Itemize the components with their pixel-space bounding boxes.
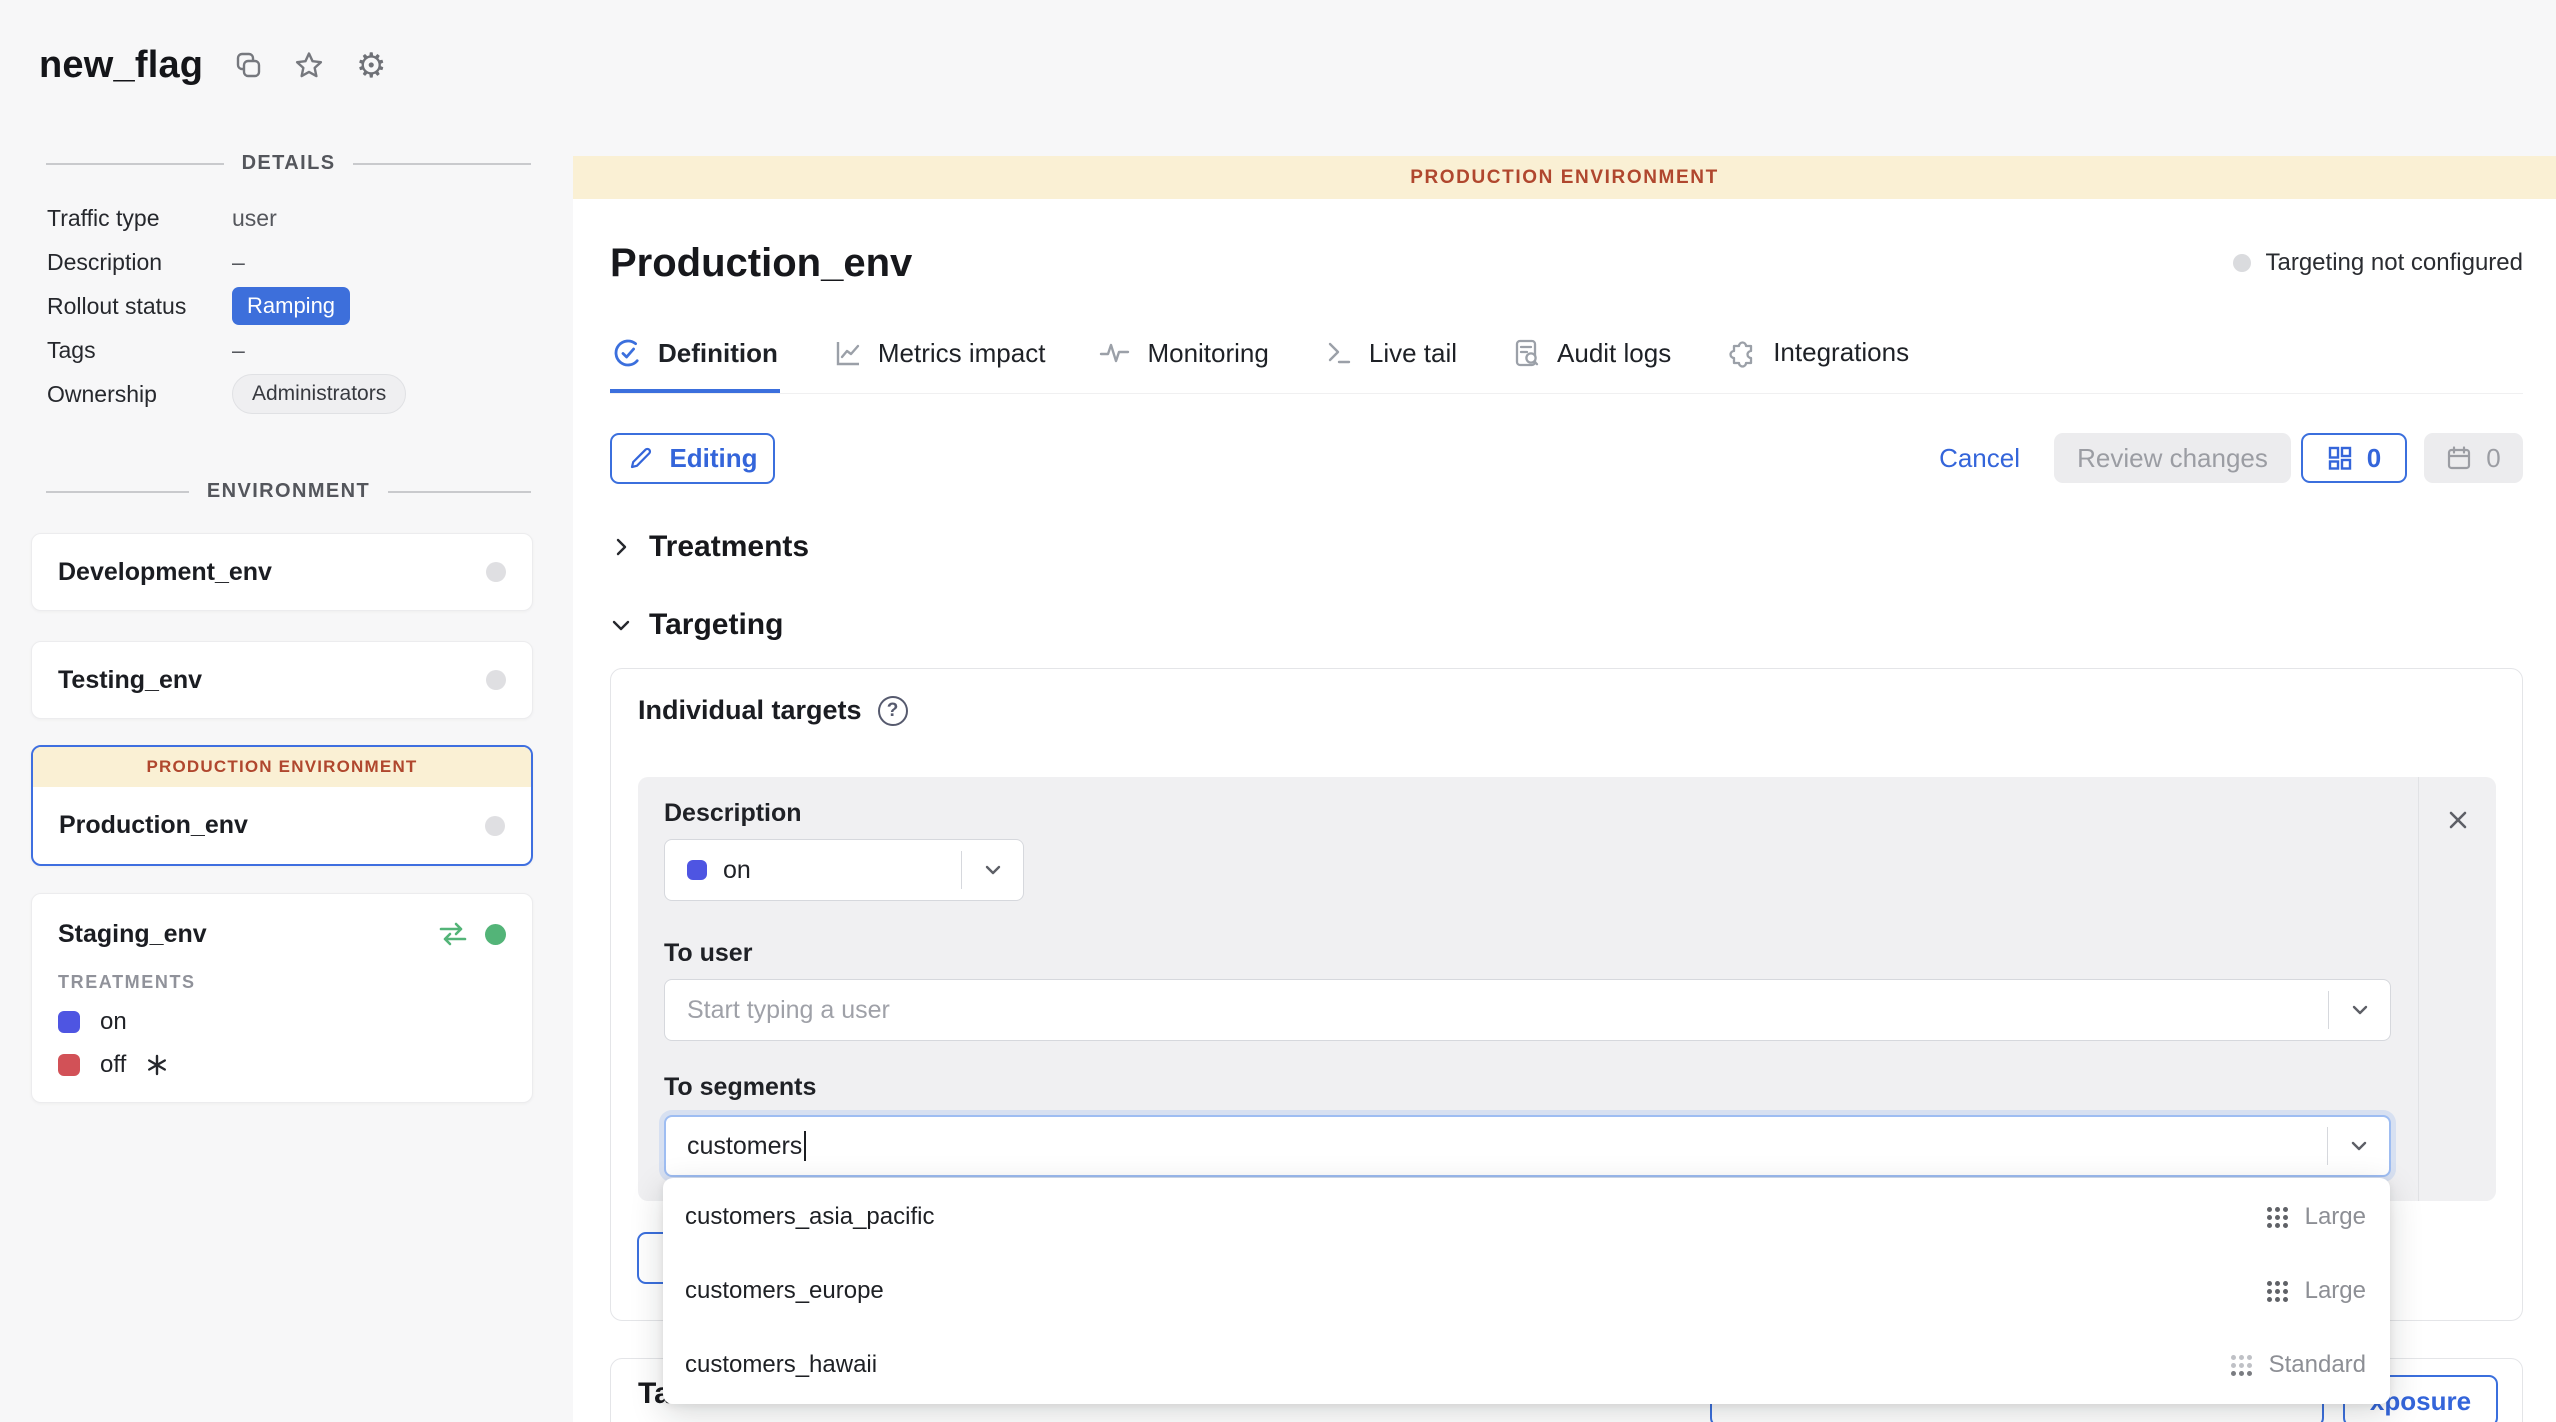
treatment-row-off: off (58, 1051, 506, 1079)
tab-metrics-impact[interactable]: Metrics impact (830, 331, 1048, 393)
detail-value: – (232, 249, 245, 276)
treatments-section-toggle[interactable]: Treatments (610, 530, 2523, 564)
details-heading: DETAILS (46, 152, 531, 175)
tab-bar: Definition Metrics impact Monitoring Liv… (610, 329, 2523, 394)
tab-integrations[interactable]: Integrations (1723, 329, 1911, 393)
to-segments-label: To segments (664, 1073, 816, 1102)
chevron-down-icon[interactable] (2329, 997, 2390, 1023)
env-name: Development_env (58, 558, 272, 587)
detail-row-description: Description – (47, 240, 531, 284)
detail-value: – (232, 337, 245, 364)
chevron-down-icon (610, 614, 632, 636)
standard-segment-icon (2231, 1355, 2252, 1376)
details-rows: Traffic type user Description – Rollout … (47, 196, 531, 416)
cancel-link[interactable]: Cancel (1939, 443, 2020, 474)
segment-option-europe[interactable]: customers_europe Large (663, 1254, 2390, 1328)
chevron-right-icon (610, 536, 632, 558)
detail-label: Description (47, 249, 232, 276)
tab-monitoring[interactable]: Monitoring (1097, 331, 1270, 393)
integrations-puzzle-icon (1725, 335, 1759, 369)
live-tail-icon (1323, 337, 1355, 369)
tab-live-tail[interactable]: Live tail (1321, 331, 1459, 393)
detail-row-ownership: Ownership Administrators (47, 372, 531, 416)
env-header: Production_env Targeting not configured (610, 237, 2523, 289)
detail-label: Ownership (47, 381, 232, 408)
detail-row-traffic-type: Traffic type user (47, 196, 531, 240)
treatment-select[interactable]: on (664, 839, 1024, 901)
large-segment-icon (2267, 1281, 2288, 1302)
treatment-on-swatch (687, 860, 707, 880)
env-card-testing[interactable]: Testing_env (31, 641, 533, 719)
to-user-combobox (664, 979, 2391, 1041)
editing-button[interactable]: Editing (610, 433, 775, 484)
default-treatment-asterisk-icon (146, 1054, 168, 1076)
production-env-banner: PRODUCTION ENVIRONMENT (33, 747, 531, 787)
targeting-status: Targeting not configured (2233, 249, 2523, 277)
env-name: Testing_env (58, 666, 202, 695)
detail-row-tags: Tags – (47, 328, 531, 372)
edit-toolbar: Editing Cancel Review changes 0 0 (610, 432, 2523, 484)
individual-targets-title: Individual targets (638, 695, 862, 726)
env-card-staging[interactable]: Staging_env TREATMENTS on off (31, 893, 533, 1103)
grid-icon (2327, 445, 2353, 471)
env-status-dot (486, 562, 506, 582)
definition-icon (612, 337, 644, 369)
review-changes-button[interactable]: Review changes (2054, 433, 2291, 483)
description-label: Description (664, 799, 802, 828)
remove-target-close-icon[interactable] (2441, 803, 2475, 837)
chevron-down-icon[interactable] (2328, 1133, 2389, 1159)
app-root: new_flag ⚙ DETAILS Traffic type user Des… (0, 0, 2556, 1422)
detail-label: Tags (47, 337, 232, 364)
segment-option-hawaii[interactable]: customers_hawaii Standard (663, 1328, 2390, 1402)
calendar-icon (2446, 445, 2472, 471)
env-name: Staging_env (58, 920, 207, 949)
treatments-heading: TREATMENTS (58, 972, 506, 993)
segment-option-asia-pacific[interactable]: customers_asia_pacific Large (663, 1180, 2390, 1254)
treatment-off-swatch (58, 1054, 80, 1076)
to-user-input[interactable] (665, 980, 2328, 1040)
ownership-pill[interactable]: Administrators (232, 374, 406, 414)
detail-value: user (232, 205, 277, 232)
schedule-counter-button[interactable]: 0 (2424, 433, 2523, 483)
environment-heading: ENVIRONMENT (46, 480, 531, 503)
large-segment-icon (2267, 1207, 2288, 1228)
env-card-production-selected[interactable]: PRODUCTION ENVIRONMENT Production_env (31, 745, 533, 866)
audit-logs-icon (1511, 337, 1543, 369)
sidebar: DETAILS Traffic type user Description – … (0, 0, 572, 1422)
targeting-section-toggle[interactable]: Targeting (610, 608, 2523, 642)
segments-dropdown: customers_asia_pacific Large customers_e… (663, 1178, 2390, 1404)
text-caret (804, 1131, 806, 1161)
production-environment-banner: PRODUCTION ENVIRONMENT (573, 156, 2556, 199)
env-status-dot (486, 670, 506, 690)
transfer-arrows-icon (437, 921, 469, 947)
treatment-on-swatch (58, 1011, 80, 1033)
detail-label: Traffic type (47, 205, 232, 232)
env-title: Production_env (610, 241, 912, 286)
individual-target-row: Description on To user (638, 777, 2496, 1201)
detail-row-rollout-status: Rollout status Ramping (47, 284, 531, 328)
status-dot (2233, 254, 2251, 272)
rollout-status-badge[interactable]: Ramping (232, 287, 350, 325)
to-segments-input-value: customers (687, 1132, 802, 1161)
env-name: Production_env (59, 811, 248, 840)
pencil-icon (627, 444, 655, 472)
changes-counter-button[interactable]: 0 (2301, 433, 2407, 483)
detail-label: Rollout status (47, 293, 232, 320)
env-card-development[interactable]: Development_env (31, 533, 533, 611)
metrics-impact-icon (832, 337, 864, 369)
treatment-row-on: on (58, 1008, 506, 1036)
help-icon[interactable]: ? (878, 696, 908, 726)
tab-definition[interactable]: Definition (610, 331, 780, 393)
env-status-dot-active (485, 924, 506, 945)
env-status-dot (485, 816, 505, 836)
to-segments-combobox[interactable]: customers (664, 1115, 2391, 1177)
to-user-label: To user (664, 939, 752, 968)
chevron-down-icon[interactable] (962, 857, 1023, 883)
tab-audit-logs[interactable]: Audit logs (1509, 331, 1673, 393)
monitoring-icon (1099, 337, 1133, 369)
